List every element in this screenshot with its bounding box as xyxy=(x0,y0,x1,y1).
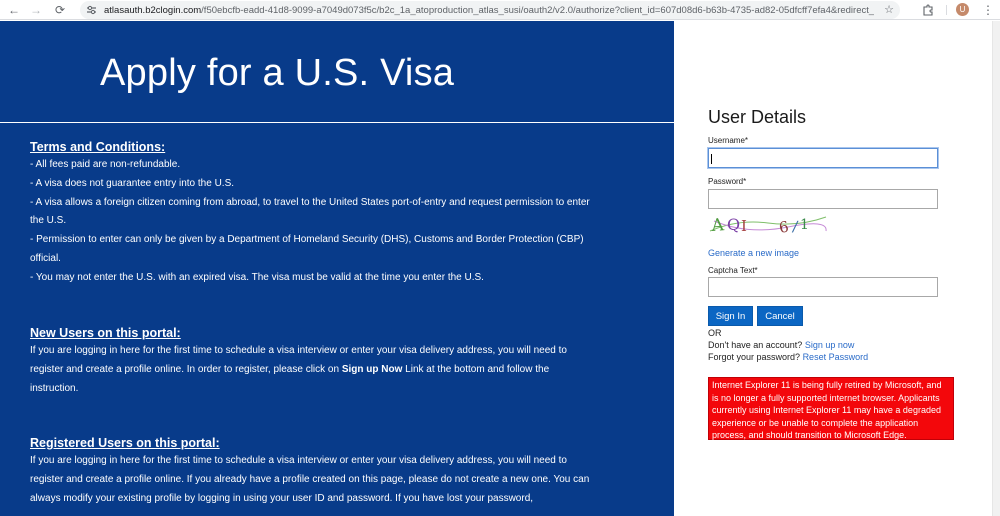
new-users-section: New Users on this portal: If you are log… xyxy=(30,325,600,398)
toolbar-divider xyxy=(946,5,947,15)
extensions-puzzle-icon[interactable] xyxy=(920,2,936,18)
terms-section: Terms and Conditions: - All fees paid ar… xyxy=(30,139,600,288)
generate-captcha-link[interactable]: Generate a new image xyxy=(708,248,799,258)
page-scrollbar[interactable] xyxy=(992,21,1000,516)
browser-toolbar: ← → ⟳ atlasauth.b2clogin.com/f50ebcfb-ea… xyxy=(0,0,1000,20)
visa-info-panel: Apply for a U.S. Visa Terms and Conditio… xyxy=(0,21,674,516)
sign-up-now-emphasis: Sign up Now xyxy=(341,363,403,375)
terms-title: Terms and Conditions: xyxy=(30,140,166,154)
text-caret xyxy=(711,154,712,164)
bookmark-star-icon[interactable]: ☆ xyxy=(884,3,894,16)
terms-body: - All fees paid are non-refundable. - A … xyxy=(30,156,600,288)
new-users-title: New Users on this portal: xyxy=(30,326,181,340)
reset-password-link[interactable]: Reset Password xyxy=(803,352,869,362)
url-host: atlasauth.b2clogin.com xyxy=(104,4,202,16)
terms-line: - A visa does not guarantee entry into t… xyxy=(30,177,235,189)
username-input[interactable] xyxy=(708,148,938,168)
ie11-warning-banner: Internet Explorer 11 is being fully reti… xyxy=(708,377,954,440)
sign-in-button[interactable]: Sign In xyxy=(708,306,753,326)
forgot-password-text: Forgot your password? xyxy=(708,352,801,362)
reset-row: Forgot your password? Reset Password xyxy=(708,352,868,362)
svg-text:Q: Q xyxy=(727,215,740,234)
captcha-label: Captcha Text* xyxy=(708,266,758,275)
terms-line: - A visa allows a foreign citizen coming… xyxy=(30,196,590,227)
login-panel: User Details Username* Password* A Q I 6… xyxy=(674,21,1000,516)
terms-line: - All fees paid are non-refundable. xyxy=(30,159,181,170)
user-details-heading: User Details xyxy=(708,107,807,127)
terms-line: - You may not enter the U.S. with an exp… xyxy=(30,271,484,283)
page-title: Apply for a U.S. Visa xyxy=(100,52,455,94)
captcha-input[interactable] xyxy=(708,277,938,297)
profile-avatar[interactable]: U xyxy=(956,3,969,16)
terms-line: - Permission to enter can only be given … xyxy=(30,234,584,264)
url-text: atlasauth.b2clogin.com/f50ebcfb-eadd-41d… xyxy=(104,5,874,16)
svg-text:6: 6 xyxy=(778,218,791,237)
title-divider xyxy=(0,122,674,123)
svg-text:A: A xyxy=(710,215,725,236)
captcha-image: A Q I 6 / 1 xyxy=(708,209,828,241)
new-users-body: If you are logging in here for the first… xyxy=(30,342,600,398)
forward-arrow-icon[interactable]: → xyxy=(26,0,46,20)
password-label: Password* xyxy=(708,177,747,186)
sign-up-link[interactable]: Sign up now xyxy=(805,340,855,350)
or-separator: OR xyxy=(708,328,722,338)
username-label: Username* xyxy=(708,136,749,145)
browser-menu-icon[interactable]: ⋮ xyxy=(982,2,994,18)
registered-users-section: Registered Users on this portal: If you … xyxy=(30,435,600,508)
site-settings-icon[interactable] xyxy=(84,3,98,17)
registered-users-body: If you are logging in here for the first… xyxy=(30,455,590,504)
cancel-button[interactable]: Cancel xyxy=(757,306,803,326)
registered-users-title: Registered Users on this portal: xyxy=(30,436,220,450)
svg-text:1: 1 xyxy=(800,217,809,233)
password-input[interactable] xyxy=(708,189,938,209)
sign-up-row: Don't have an account? Sign up now xyxy=(708,340,854,350)
address-bar[interactable]: atlasauth.b2clogin.com/f50ebcfb-eadd-41d… xyxy=(80,1,900,19)
svg-text:/: / xyxy=(791,217,799,236)
reload-icon[interactable]: ⟳ xyxy=(50,0,70,20)
svg-text:I: I xyxy=(741,217,747,235)
back-arrow-icon[interactable]: ← xyxy=(4,0,24,20)
url-path: /f50ebcfb-eadd-41d8-9099-a7049d073f5c/b2… xyxy=(201,4,874,16)
no-account-text: Don't have an account? xyxy=(708,340,803,350)
